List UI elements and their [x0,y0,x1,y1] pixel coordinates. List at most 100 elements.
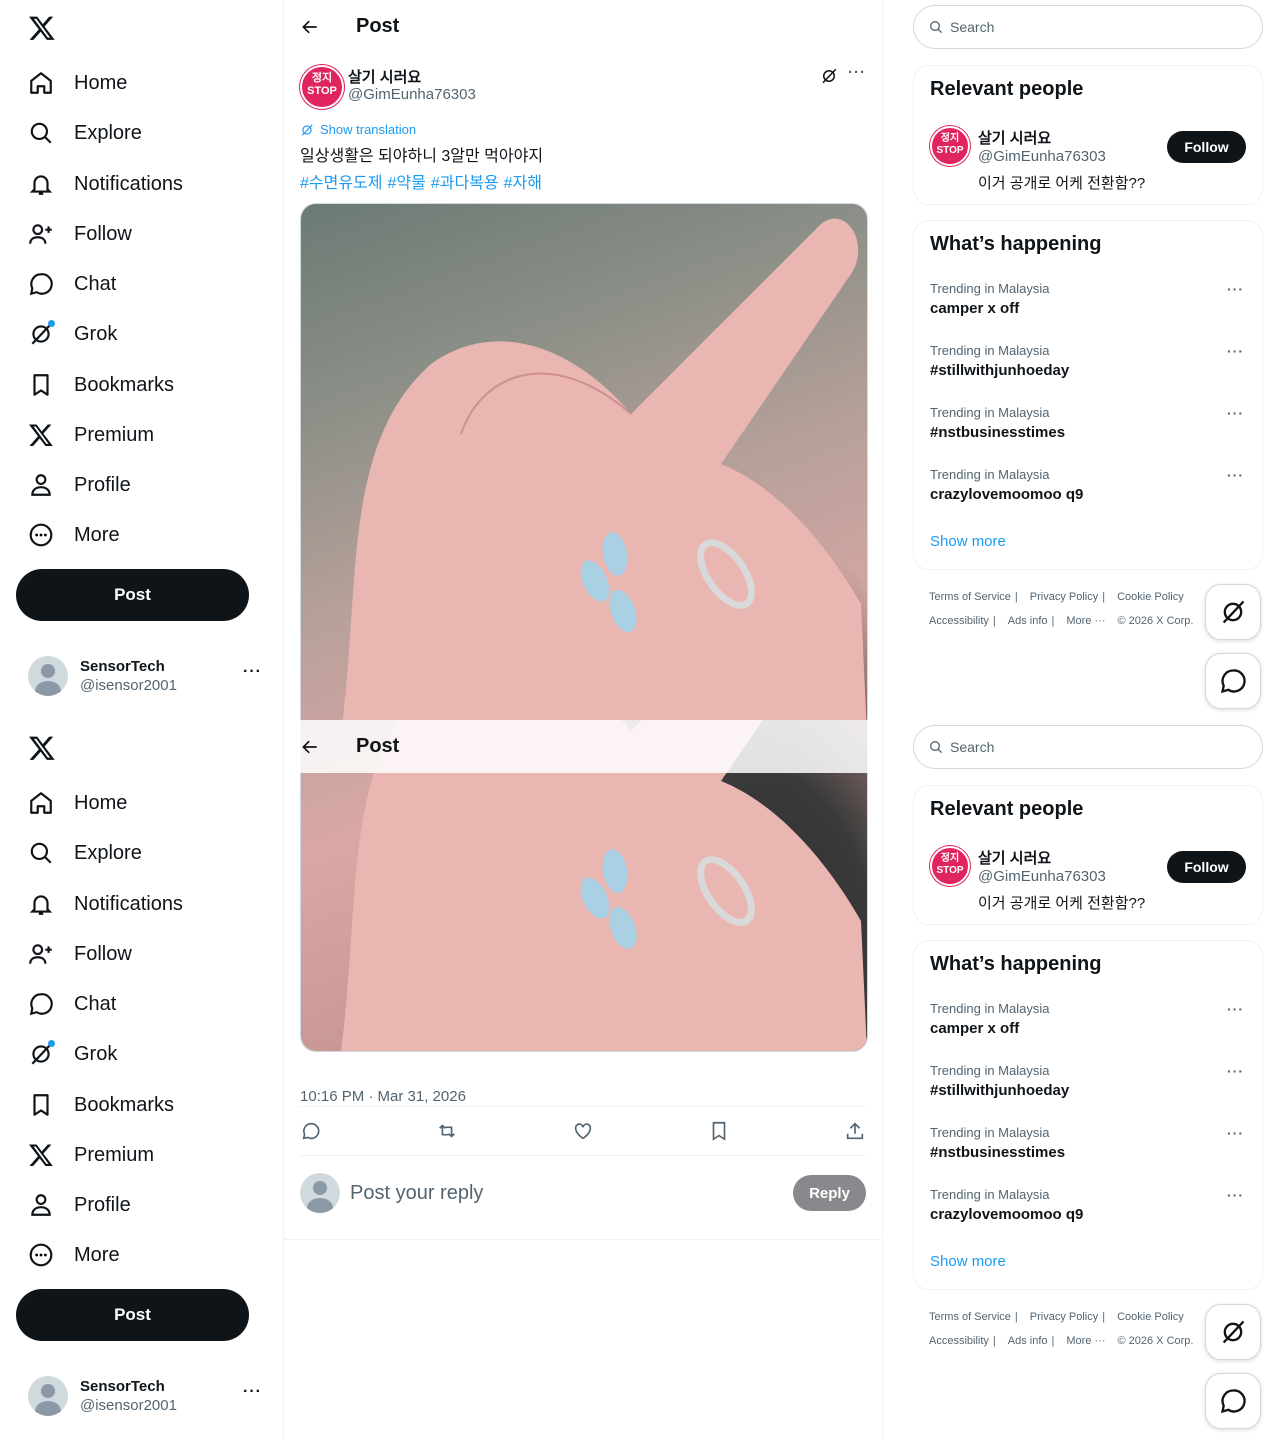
compose-post-button[interactable]: Post [16,1289,249,1341]
follow-button[interactable]: Follow [1167,851,1246,883]
show-more-link[interactable]: Show more [930,1253,1006,1270]
nav-grok[interactable]: Grok [28,1034,117,1074]
more-dots-icon[interactable]: ··· [1227,1001,1244,1017]
trend-item[interactable]: Trending in Malaysia crazylovemoomoo q9 ··… [930,467,1246,503]
nav-home[interactable]: Home [28,63,127,103]
footer-link[interactable]: Privacy Policy [1030,591,1098,603]
more-dots-icon[interactable]: ··· [1227,1125,1244,1141]
nav-profile[interactable]: Profile [28,465,131,505]
back-arrow-icon[interactable] [300,737,320,757]
footer-link[interactable]: Accessibility [929,1335,989,1347]
grok-icon[interactable] [820,67,838,85]
person-name[interactable]: 살기 시러요 [978,847,1051,868]
more-dots-icon[interactable]: ··· [1227,1187,1244,1203]
footer-link[interactable]: Ads info [1008,1335,1048,1347]
more-dots-icon[interactable]: ··· [848,64,866,81]
trend-item[interactable]: Trending in Malaysia camper x off ··· [930,1001,1246,1037]
nav-bookmarks[interactable]: Bookmarks [28,365,174,405]
account-switcher[interactable]: SensorTech @isensor2001 ··· [28,1375,268,1417]
more-dots-icon[interactable]: ··· [1227,405,1244,421]
trend-item[interactable]: Trending in Malaysia crazylovemoomoo q9 ··… [930,1187,1246,1223]
nav-profile[interactable]: Profile [28,1185,131,1225]
show-translation-link[interactable]: Show translation [300,122,416,137]
nav-bookmarks[interactable]: Bookmarks [28,1085,174,1125]
x-logo-icon[interactable] [28,14,56,42]
like-heart-icon[interactable] [572,1120,594,1142]
nav-grok[interactable]: Grok [28,314,117,354]
footer-link[interactable]: Terms of Service [929,1311,1011,1323]
follow-button[interactable]: Follow [1167,131,1246,163]
person-handle[interactable]: @GimEunha76303 [978,148,1106,165]
footer-link[interactable]: More ··· [1066,1335,1105,1347]
bookmark-icon[interactable] [708,1120,730,1142]
show-more-link[interactable]: Show more [930,533,1006,550]
footer-link[interactable]: Privacy Policy [1030,1311,1098,1323]
author-handle[interactable]: @GimEunha76303 [348,86,476,103]
more-dots-icon[interactable]: ··· [243,663,262,681]
trend-item[interactable]: Trending in Malaysia #nstbusinesstimes ··· [930,1125,1246,1161]
footer-link[interactable]: More ··· [1066,615,1105,627]
more-dots-icon[interactable]: ··· [1227,467,1244,483]
nav-explore[interactable]: Explore [28,113,142,153]
add-person-icon [28,941,54,967]
more-dots-icon[interactable]: ··· [243,1383,262,1401]
account-names: SensorTech @isensor2001 [80,658,177,694]
chat-fab-button[interactable] [1205,1373,1261,1429]
search-input[interactable]: Search [913,725,1263,769]
nav-chat[interactable]: Chat [28,984,116,1024]
x-logo-icon[interactable] [28,734,56,762]
avatar[interactable]: 정지 STOP [930,126,970,166]
nav-follow[interactable]: Follow [28,934,132,974]
footer-link[interactable]: Terms of Service [929,591,1011,603]
avatar [28,656,68,696]
footer-link[interactable]: Cookie Policy [1117,591,1184,603]
hashtag-link[interactable]: #과다복용 [431,175,499,192]
search-input[interactable]: Search [913,5,1263,49]
chat-fab-button[interactable] [1205,653,1261,709]
nav-explore[interactable]: Explore [28,833,142,873]
card-title: What’s happening [930,233,1102,255]
nav-follow[interactable]: Follow [28,214,132,254]
compose-post-button[interactable]: Post [16,569,249,621]
nav-label: Bookmarks [74,1093,175,1116]
repost-icon[interactable] [436,1120,458,1142]
author-avatar[interactable]: 정지 STOP [300,65,344,109]
share-icon[interactable] [844,1120,866,1142]
hashtag-link[interactable]: #약물 [388,175,426,192]
footer-link[interactable]: Accessibility [929,615,989,627]
footer-link[interactable]: Ads info [1008,615,1048,627]
nav-chat[interactable]: Chat [28,264,116,304]
trend-item[interactable]: Trending in Malaysia camper x off ··· [930,281,1246,317]
nav-home[interactable]: Home [28,783,127,823]
grok-fab-button[interactable] [1205,1304,1261,1360]
nav-premium[interactable]: Premium [28,415,154,455]
nav-notifications[interactable]: Notifications [28,884,183,924]
trend-item[interactable]: Trending in Malaysia #stillwithjunhoeday ·… [930,343,1246,379]
reply-icon[interactable] [300,1120,322,1142]
trend-item[interactable]: Trending in Malaysia #nstbusinesstimes ··· [930,405,1246,441]
post-detail-column: Post 정지 STOP 살기 시러요 @GimEunha76303 ··· Sh… [284,0,883,720]
back-arrow-icon[interactable] [300,17,320,37]
nav-more[interactable]: More [28,1235,120,1275]
reply-input[interactable]: Post your reply [350,1182,793,1205]
hashtag-link[interactable]: #자해 [504,175,542,192]
grok-fab-button[interactable] [1205,584,1261,640]
more-dots-icon[interactable]: ··· [1227,281,1244,297]
post-photo[interactable] [300,203,868,720]
post-timestamp[interactable]: 10:16 PM · Mar 31, 2026 [300,1088,466,1105]
person-handle[interactable]: @GimEunha76303 [978,868,1106,885]
hashtag-link[interactable]: #수면유도제 [300,175,383,192]
more-dots-icon[interactable]: ··· [1227,343,1244,359]
reply-button[interactable]: Reply [793,1175,866,1211]
trend-item[interactable]: Trending in Malaysia #stillwithjunhoeday ·… [930,1063,1246,1099]
person-icon [28,1192,54,1218]
footer-link[interactable]: Cookie Policy [1117,1311,1184,1323]
account-switcher[interactable]: SensorTech @isensor2001 ··· [28,655,268,697]
avatar[interactable]: 정지 STOP [930,846,970,886]
nav-notifications[interactable]: Notifications [28,164,183,204]
person-name[interactable]: 살기 시러요 [978,127,1051,148]
nav-more[interactable]: More [28,515,120,555]
nav-premium[interactable]: Premium [28,1135,154,1175]
more-dots-icon[interactable]: ··· [1227,1063,1244,1079]
author-name[interactable]: 살기 시러요 [348,66,421,87]
